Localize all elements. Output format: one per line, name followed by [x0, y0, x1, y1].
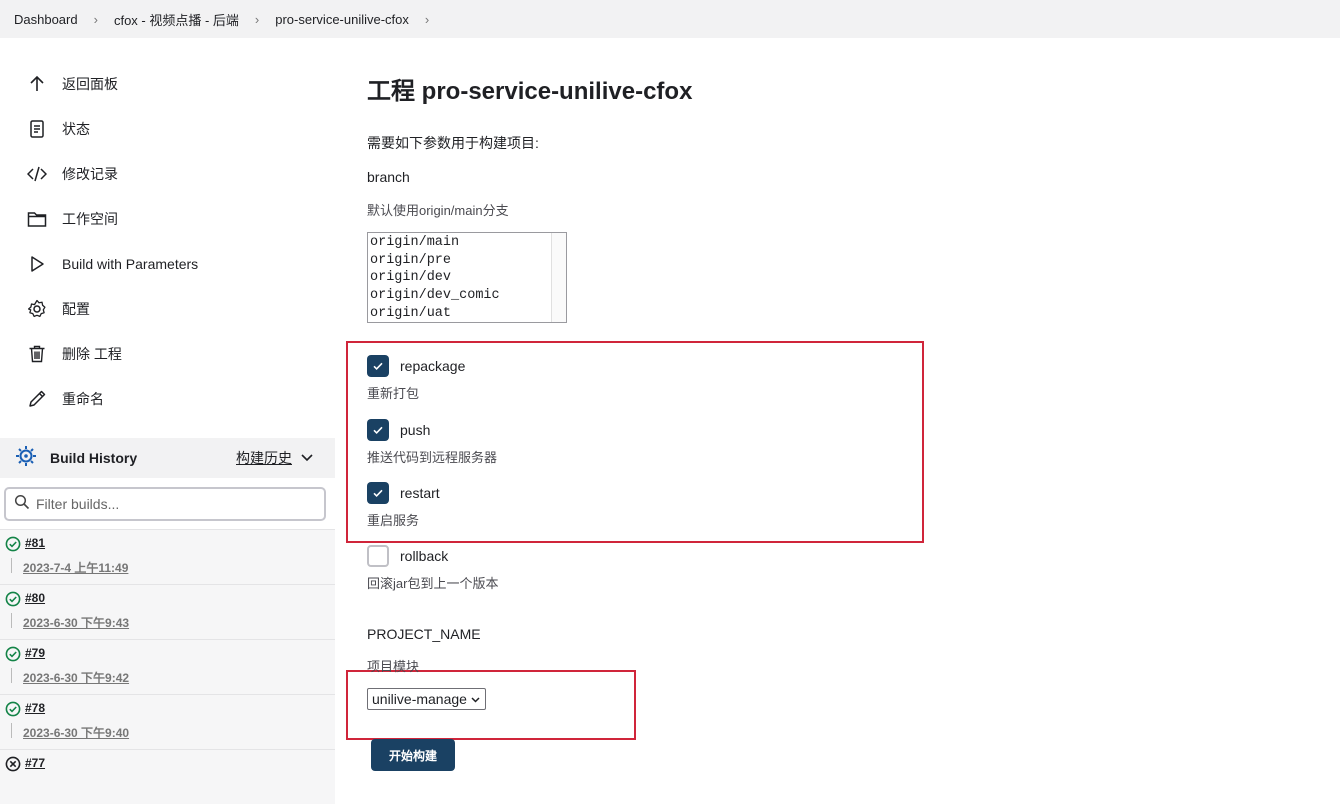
build-row: #79 2023-6-30 下午9:42 [0, 639, 335, 694]
restart-checkbox[interactable] [367, 482, 389, 504]
build-history-title: Build History [50, 450, 138, 466]
param-desc-push: 推送代码到远程服务器 [367, 450, 498, 465]
sidebar-item-label: 工作空间 [62, 211, 118, 227]
sidebar-item-label: 删除 工程 [62, 346, 122, 362]
breadcrumb-folder[interactable]: cfox - 视频点播 - 后端 [114, 10, 239, 29]
document-icon [26, 118, 48, 140]
scrollbar[interactable] [551, 233, 566, 322]
divider [11, 558, 12, 573]
breadcrumb-job[interactable]: pro-service-unilive-cfox [275, 12, 409, 27]
success-icon [5, 701, 21, 717]
chevron-right-icon: › [93, 11, 98, 27]
repackage-checkbox[interactable] [367, 355, 389, 377]
rollback-checkbox[interactable] [367, 545, 389, 567]
divider [11, 668, 12, 683]
sidebar-item-label: Build with Parameters [62, 256, 199, 272]
chevron-down-icon [471, 696, 480, 703]
search-icon [14, 494, 30, 515]
build-row: #77 [0, 749, 335, 804]
build-number-link[interactable]: #77 [25, 756, 45, 770]
build-number-link[interactable]: #80 [25, 591, 45, 605]
divider [11, 613, 12, 628]
intro-text: 需要如下参数用于构建项目: [367, 135, 539, 151]
filter-builds-input[interactable] [36, 496, 316, 512]
param-name-restart[interactable]: restart [400, 485, 440, 501]
param-name-rollback[interactable]: rollback [400, 548, 448, 564]
check-icon [373, 489, 383, 498]
chevron-right-icon[interactable]: › [425, 12, 429, 27]
sidebar-item-workspace[interactable]: 工作空间 [26, 204, 118, 234]
build-history-icon [14, 444, 38, 473]
aborted-icon [5, 756, 21, 772]
param-name-branch: branch [367, 169, 410, 185]
sidebar-item-label: 状态 [62, 121, 90, 137]
build-number-link[interactable]: #81 [25, 536, 45, 550]
build-number-link[interactable]: #78 [25, 701, 45, 715]
param-name-repackage[interactable]: repackage [400, 358, 465, 374]
sidebar-item-status[interactable]: 状态 [26, 114, 90, 144]
check-icon [373, 426, 383, 435]
param-desc-branch: 默认使用origin/main分支 [367, 203, 509, 218]
project-name-select[interactable]: unilive-manage [367, 688, 486, 710]
build-date-link[interactable]: 2023-6-30 下午9:42 [23, 669, 129, 686]
list-item[interactable]: origin/pre [370, 252, 564, 270]
sidebar-item-label: 重命名 [62, 391, 104, 407]
success-icon [5, 536, 21, 552]
build-date-link[interactable]: 2023-6-30 下午9:43 [23, 614, 129, 631]
branch-listbox[interactable]: origin/main origin/pre origin/dev origin… [367, 232, 567, 323]
chevron-right-icon: › [254, 11, 260, 27]
build-number-link[interactable]: #79 [25, 646, 45, 660]
folder-icon [26, 208, 48, 230]
sidebar-item-label: 配置 [62, 301, 90, 317]
sidebar-item-back[interactable]: 返回面板 [26, 69, 118, 99]
build-row: #78 2023-6-30 下午9:40 [0, 694, 335, 749]
sidebar-item-rename[interactable]: 重命名 [26, 384, 104, 414]
list-item[interactable]: origin/main [370, 234, 564, 252]
param-desc-rollback: 回滚jar包到上一个版本 [367, 576, 499, 591]
build-date-link[interactable]: 2023-6-30 下午9:40 [23, 724, 129, 741]
filter-builds-field[interactable] [4, 487, 326, 521]
select-value: unilive-manage [372, 691, 467, 707]
pencil-icon [26, 388, 48, 410]
arrow-up-icon [26, 73, 48, 95]
build-history-header: Build History 构建历史 [0, 438, 335, 478]
breadcrumb: Dashboard › cfox - 视频点播 - 后端 › pro-servi… [0, 0, 1340, 38]
build-date-link[interactable]: 2023-7-4 上午11:49 [23, 559, 128, 576]
sidebar-item-build-with-parameters[interactable]: Build with Parameters [26, 249, 198, 279]
list-item[interactable]: origin/dev_comic [370, 287, 564, 305]
gear-icon [26, 298, 48, 320]
play-icon [26, 253, 48, 275]
start-build-button[interactable]: 开始构建 [371, 739, 455, 771]
param-name-push[interactable]: push [400, 422, 430, 438]
trash-icon [26, 343, 48, 365]
push-checkbox[interactable] [367, 419, 389, 441]
param-desc-project: 项目模块 [367, 659, 420, 674]
sidebar-item-configure[interactable]: 配置 [26, 294, 90, 324]
build-trend-link[interactable]: 构建历史 [236, 448, 292, 468]
success-icon [5, 646, 21, 662]
sidebar: 返回面板 状态 修改记录 工作空间 Build with Parameters … [0, 38, 335, 804]
sidebar-item-label: 返回面板 [62, 76, 118, 92]
check-icon [373, 362, 383, 371]
chevron-down-icon[interactable] [300, 450, 314, 469]
page-title: 工程 pro-service-unilive-cfox [367, 78, 693, 105]
build-row: #81 2023-7-4 上午11:49 [0, 529, 335, 584]
sidebar-item-changes[interactable]: 修改记录 [26, 159, 118, 189]
success-icon [5, 591, 21, 607]
list-item[interactable]: origin/dev [370, 269, 564, 287]
code-icon [26, 163, 48, 185]
build-row: #80 2023-6-30 下午9:43 [0, 584, 335, 639]
breadcrumb-dashboard[interactable]: Dashboard [14, 12, 78, 27]
divider [11, 723, 12, 738]
list-item[interactable]: origin/uat [370, 305, 564, 322]
sidebar-item-delete[interactable]: 删除 工程 [26, 339, 122, 369]
sidebar-item-label: 修改记录 [62, 166, 118, 182]
param-desc-repackage: 重新打包 [367, 386, 420, 401]
param-name-project: PROJECT_NAME [367, 626, 481, 642]
param-desc-restart: 重启服务 [367, 513, 420, 528]
